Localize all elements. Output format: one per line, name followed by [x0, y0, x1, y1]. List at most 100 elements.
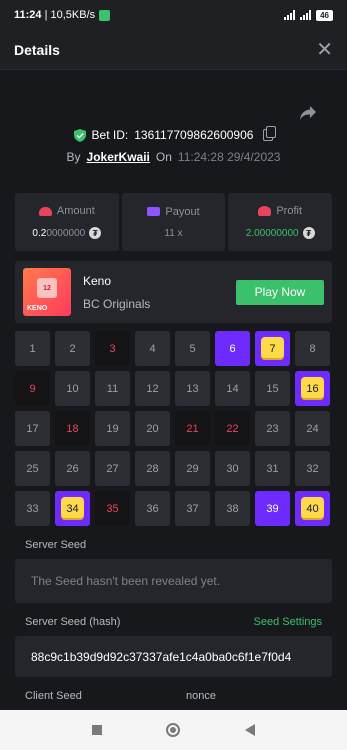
status-bar: 11:24 | 10,5KB/s 46	[0, 0, 347, 30]
hash-value: 88c9c1b39d9d92c37337afe1c4a0ba0c6f1e7f0d…	[31, 649, 292, 664]
bet-id-value: 136117709862600906	[134, 128, 254, 142]
keno-grid: 1 2 3 4 5 6 7 8 9 10 11 12 13 14 15 16 17 18 19 20 21 22 23 24 2…	[15, 331, 332, 526]
close-icon[interactable]: ✕	[316, 40, 333, 60]
page-title: Details	[14, 41, 60, 58]
keno-cell[interactable]: 33	[15, 491, 50, 526]
play-now-button[interactable]: Play Now	[236, 279, 324, 305]
keno-cell[interactable]: 30	[215, 451, 250, 486]
keno-cell[interactable]: 23	[255, 411, 290, 446]
server-seed-value: The Seed hasn't been revealed yet.	[31, 574, 221, 588]
game-name: Keno	[83, 273, 112, 288]
keno-cell[interactable]: 8	[295, 331, 330, 366]
stat-payout: Payout 11 x	[121, 193, 226, 251]
keno-cell[interactable]: 39	[255, 491, 290, 526]
keno-cell[interactable]: 4	[135, 331, 170, 366]
keno-cell[interactable]: 12	[135, 371, 170, 406]
keno-cell[interactable]: 7	[255, 331, 290, 366]
signal-icon	[284, 10, 296, 20]
network-speed: 10,5KB/s	[50, 9, 96, 21]
game-provider: BC Originals	[83, 296, 151, 311]
bet-stats: Amount 0.20000000 ₮ Payout 11 x Profit 2.…	[15, 193, 333, 251]
bet-byline: By JokerKwaii On 11:24:28 29/4/2023	[0, 150, 347, 164]
server-seed-label: Server Seed	[25, 539, 87, 551]
recents-icon[interactable]	[92, 725, 103, 735]
keno-cell[interactable]: 14	[215, 371, 250, 406]
keno-cell[interactable]: 35	[95, 491, 130, 526]
payout-value: 11 x	[164, 227, 183, 239]
hash-field[interactable]: 88c9c1b39d9d92c37337afe1c4a0ba0c6f1e7f0d…	[15, 636, 332, 677]
bet-id-label: Bet ID:	[91, 128, 129, 142]
keno-cell[interactable]: 32	[295, 451, 330, 486]
bet-details: Bet ID: 136117709862600906 By JokerKwaii…	[0, 70, 347, 710]
status-time: 11:24	[14, 9, 42, 21]
by-label: By	[66, 150, 81, 164]
keno-cell[interactable]: 18	[55, 411, 90, 446]
keno-cell[interactable]: 16	[295, 371, 330, 406]
notification-icon	[99, 9, 111, 21]
keno-thumbnail: 12 KENO	[23, 268, 71, 316]
details-header: Details ✕	[0, 30, 347, 70]
keno-cell[interactable]: 28	[135, 451, 170, 486]
server-seed-field: The Seed hasn't been revealed yet.	[15, 559, 332, 603]
gem-icon: 16	[301, 377, 324, 400]
keno-cell[interactable]: 11	[95, 371, 130, 406]
keno-cell[interactable]: 6	[215, 331, 250, 366]
keno-cell[interactable]: 1	[15, 331, 50, 366]
nonce-label: nonce	[186, 690, 216, 702]
profit-value: 2.00000000	[245, 227, 299, 239]
bet-id-row: Bet ID: 136117709862600906	[0, 126, 347, 142]
keno-cell[interactable]: 26	[55, 451, 90, 486]
payout-label: Payout	[165, 205, 200, 218]
tether-coin-icon: ₮	[89, 227, 102, 239]
keno-cell[interactable]: 13	[175, 371, 210, 406]
keno-cell[interactable]: 24	[295, 411, 330, 446]
hash-label: Server Seed (hash)	[25, 616, 121, 628]
client-seed-label: Client Seed	[25, 690, 82, 702]
back-icon[interactable]	[244, 724, 255, 736]
thumb-word: KENO	[27, 305, 48, 312]
amount-label: Amount	[56, 205, 95, 217]
keno-cell[interactable]: 21	[175, 411, 210, 446]
keno-cell[interactable]: 19	[95, 411, 130, 446]
username-link[interactable]: JokerKwaii	[87, 150, 150, 164]
gem-icon: 40	[301, 497, 324, 520]
copy-icon[interactable]	[263, 126, 277, 141]
stat-profit: Profit 2.00000000 ₮	[228, 193, 333, 251]
keno-cell[interactable]: 10	[55, 371, 90, 406]
keno-cell[interactable]: 34	[55, 491, 90, 526]
android-nav-bar	[0, 710, 347, 750]
keno-cell[interactable]: 9	[15, 371, 50, 406]
keno-cell[interactable]: 5	[175, 331, 210, 366]
on-label: On	[155, 150, 172, 164]
keno-cell[interactable]: 36	[135, 491, 170, 526]
keno-cell[interactable]: 22	[215, 411, 250, 446]
signal-4g-icon	[300, 10, 312, 20]
keno-cell[interactable]: 20	[135, 411, 170, 446]
keno-cell[interactable]: 40	[295, 491, 330, 526]
tether-coin-icon: ₮	[302, 227, 315, 239]
share-icon[interactable]	[299, 105, 317, 121]
amount-value-dim: 0000000	[46, 227, 86, 239]
keno-cell[interactable]: 27	[95, 451, 130, 486]
seed-settings-link[interactable]: Seed Settings	[254, 616, 323, 628]
verified-shield-icon	[73, 128, 86, 142]
bet-timestamp: 11:24:28 29/4/2023	[177, 150, 281, 164]
battery-icon: 46	[316, 9, 333, 21]
keno-cell[interactable]: 15	[255, 371, 290, 406]
payout-icon	[147, 207, 161, 216]
gem-icon: 7	[261, 337, 284, 360]
keno-cell[interactable]: 25	[15, 451, 50, 486]
keno-cell[interactable]: 37	[175, 491, 210, 526]
game-card: 12 KENO Keno BC Originals Play Now	[15, 261, 332, 323]
profit-label: Profit	[276, 205, 303, 217]
keno-cell[interactable]: 38	[215, 491, 250, 526]
keno-cell[interactable]: 3	[95, 331, 130, 366]
home-icon[interactable]	[166, 723, 181, 737]
profit-icon	[258, 206, 272, 216]
gem-icon: 34	[61, 497, 84, 520]
keno-cell[interactable]: 2	[55, 331, 90, 366]
keno-cell[interactable]: 31	[255, 451, 290, 486]
stat-amount: Amount 0.20000000 ₮	[15, 193, 119, 251]
keno-cell[interactable]: 17	[15, 411, 50, 446]
keno-cell[interactable]: 29	[175, 451, 210, 486]
